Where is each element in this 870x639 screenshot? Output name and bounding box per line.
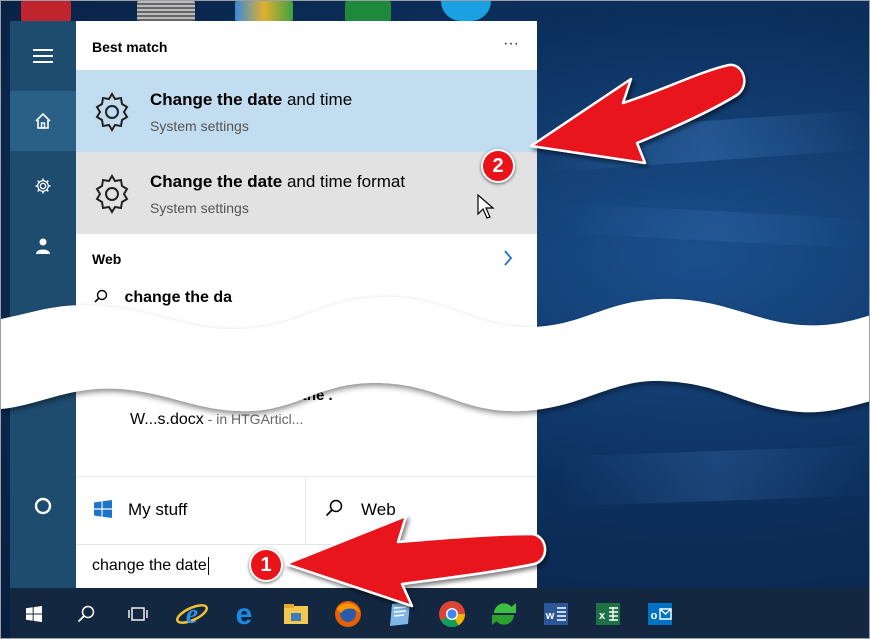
hamburger-icon: [33, 49, 53, 63]
desktop-icon-partial[interactable]: [235, 1, 293, 21]
search-icon: [77, 605, 95, 623]
result-subtitle: System settings: [150, 118, 249, 134]
annotation-arrow-1: [284, 514, 547, 608]
desktop-icon-partial[interactable]: [21, 1, 71, 21]
callout-1: 1: [249, 548, 283, 582]
cortana-icon: [34, 497, 52, 515]
taskbar-edge[interactable]: e: [220, 588, 268, 638]
windows-icon: [94, 500, 112, 518]
torn-page-band: [1, 296, 869, 413]
gear-icon: [95, 174, 129, 214]
chevron-right-icon[interactable]: [503, 250, 513, 266]
web-header: Web: [92, 251, 122, 267]
mystuff-label: My stuff: [128, 500, 188, 519]
screenshot: Best match ··· Change the date and time …: [0, 0, 870, 639]
rail-home-button[interactable]: [10, 91, 76, 151]
outlook-icon: o: [648, 603, 672, 625]
gear-icon: [35, 178, 51, 194]
rail-feedback-button[interactable]: [10, 216, 76, 276]
svg-text:o: o: [651, 610, 658, 622]
cortana-button[interactable]: [10, 476, 76, 536]
svg-text:e: e: [186, 599, 198, 630]
task-view-icon: [128, 607, 148, 621]
mouse-cursor-icon: [477, 194, 495, 219]
home-icon: [35, 112, 51, 129]
rail-settings-button[interactable]: [10, 156, 76, 216]
mystuff-filter-button[interactable]: My stuff: [76, 477, 306, 545]
result-title: Change the date and time format: [150, 172, 406, 191]
svg-text:x: x: [599, 610, 606, 622]
edge-icon: e: [236, 599, 253, 629]
excel-icon: x: [596, 603, 620, 625]
result-change-date-time[interactable]: Change the date and time System settings: [76, 70, 537, 152]
task-view-button[interactable]: [114, 588, 162, 638]
result-subtitle: System settings: [150, 200, 249, 216]
taskbar-outlook[interactable]: o: [636, 588, 684, 638]
desktop-icon-partial[interactable]: [137, 1, 195, 21]
result-change-date-time-format[interactable]: Change the date and time format System s…: [76, 152, 537, 234]
start-button[interactable]: [10, 588, 58, 638]
hamburger-button[interactable]: [10, 31, 76, 81]
taskbar-ie[interactable]: e: [168, 588, 216, 638]
taskbar-excel[interactable]: x: [584, 588, 632, 638]
desktop-icon-partial[interactable]: [345, 1, 391, 21]
search-input[interactable]: change the date: [92, 557, 209, 575]
feedback-icon: [36, 238, 50, 254]
taskbar-search-button[interactable]: [62, 588, 110, 638]
internet-explorer-icon: e: [176, 599, 208, 630]
result-title: Change the date and time: [150, 90, 353, 109]
callout-2: 2: [481, 149, 515, 183]
svg-text:e: e: [236, 599, 253, 629]
gear-icon: [95, 92, 129, 132]
start-icon: [26, 606, 42, 622]
annotation-arrow-2: [529, 63, 746, 165]
best-match-header: Best match: [92, 39, 168, 55]
